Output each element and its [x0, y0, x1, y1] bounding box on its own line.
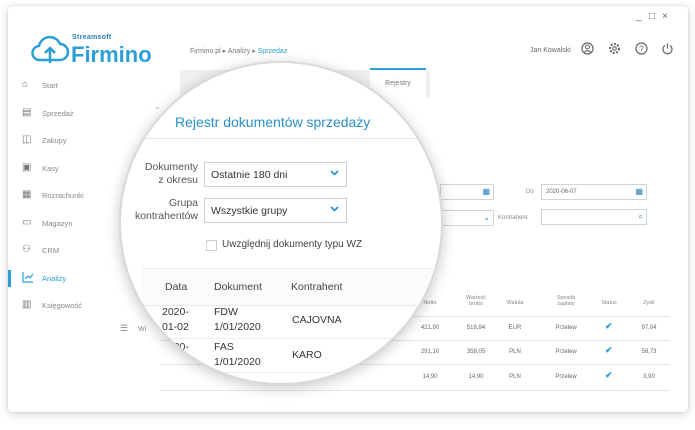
chevron-down-icon: [330, 206, 339, 212]
cell-sposob: Przelew: [555, 349, 577, 355]
sidebar-item-label: Księgowość: [42, 301, 83, 310]
cell-document: FDW 1/01/2020: [214, 306, 261, 333]
date-from-field[interactable]: ▦: [440, 184, 494, 200]
cart-icon: ◫: [22, 134, 32, 145]
chevron-down-icon: [330, 170, 339, 176]
checkmark-icon: ✔: [605, 321, 613, 331]
sidebar-item-start[interactable]: ⌂ Start: [8, 72, 128, 100]
cell-brutto: 358,05: [466, 349, 486, 355]
power-icon[interactable]: [660, 42, 674, 56]
group-select[interactable]: Wszystkie grupy: [204, 198, 347, 223]
sidebar-item-label: Start: [42, 81, 58, 90]
panel-title: Rejestr dokumentów sprzedaży: [175, 114, 371, 130]
include-wz-checkbox[interactable]: [206, 240, 217, 251]
sidebar-item-label: CRM: [42, 246, 60, 255]
sidebar-item-label: Analizy: [42, 273, 67, 283]
row-divider: [160, 390, 670, 391]
period-select[interactable]: Ostatnie 180 dni: [204, 162, 347, 187]
include-wz-label[interactable]: Uwzględnij dokumenty typu WZ: [222, 239, 362, 250]
people-icon: ⚇: [22, 244, 31, 255]
contractor-label: Kontrahent: [498, 215, 528, 221]
breadcrumb-current: Sprzedaż: [257, 48, 288, 55]
cell-zysk: 3,90: [643, 374, 655, 380]
sidebar-item-magazyn[interactable]: ▭ Magazyn: [8, 210, 128, 238]
cloud-upload-icon: [31, 35, 70, 63]
cell-date: 2020-: [162, 341, 189, 353]
cell-waluta: EUR: [508, 325, 522, 331]
cell-zysk: 58,73: [641, 349, 657, 355]
cell-brutto: 14,90: [468, 374, 484, 380]
cell-sposob: Przelew: [555, 325, 577, 331]
search-icon[interactable]: ⌕: [639, 212, 643, 222]
col-header-waluta[interactable]: Waluta: [500, 300, 530, 306]
sidebar-item-zakupy[interactable]: ◫ Zakupy: [8, 127, 128, 155]
calculator-icon: ▥: [22, 299, 32, 310]
close-icon[interactable]: ×: [662, 11, 668, 22]
sidebar-item-label: Magazyn: [42, 218, 73, 228]
sidebar-item-label: Zakupy: [42, 136, 67, 145]
group-label: Grupa kontrahentów: [134, 197, 198, 222]
period-label: Dokumenty z okresu: [144, 161, 198, 186]
gear-icon[interactable]: [607, 42, 621, 56]
row-divider: [142, 338, 441, 339]
home-icon: ⌂: [22, 79, 29, 90]
ledger-icon: ▦: [22, 189, 32, 200]
logo-vendor-text: Streamsoft: [72, 34, 112, 41]
checkmark-icon: ✔: [605, 370, 613, 380]
document-icon: ▤: [22, 106, 32, 118]
sidebar-item-kasy[interactable]: ▣ Kasy: [8, 155, 128, 183]
user-name[interactable]: Jan Kowalski: [530, 47, 571, 54]
sidebar-item-label: Sprzedaż: [42, 108, 74, 118]
chevron-down-icon: ⌄: [483, 213, 490, 222]
user-account-icon[interactable]: [580, 42, 594, 56]
cell-zysk: 97,04: [641, 325, 657, 331]
group-filter-field[interactable]: ⌄: [440, 210, 494, 226]
cell-waluta: PLN: [509, 349, 521, 355]
checkmark-icon: ✔: [605, 345, 613, 355]
date-to-field[interactable]: 2020-06-07 ▦: [541, 184, 647, 200]
sidebar-item-crm[interactable]: ⚇ CRM: [8, 237, 128, 265]
col-header-dokument[interactable]: Dokument: [214, 281, 262, 293]
col-header-sposob[interactable]: Sposób zapłaty: [546, 295, 586, 307]
sidebar-item-analizy[interactable]: Analizy: [8, 265, 128, 293]
cell-brutto: 518,94: [466, 325, 486, 331]
cell-sposob: Przelew: [555, 374, 577, 380]
warehouse-icon: ▭: [22, 216, 32, 228]
magnifier-lens: Rejestr dokumentów sprzedaży Dokumenty z…: [119, 61, 443, 385]
cell-document: FAS 1/01/2020: [214, 341, 261, 368]
cell-waluta: PLN: [509, 374, 521, 380]
sidebar-item-label: Kasy: [42, 163, 59, 173]
col-header-kontrahent[interactable]: Kontrahent: [291, 281, 342, 293]
col-header-status[interactable]: Status: [594, 300, 624, 306]
title-divider: [142, 138, 441, 139]
contractor-search-field[interactable]: ⌕: [541, 209, 647, 225]
sidebar-item-label: Rozrachunki: [42, 191, 84, 200]
cell-date: 2020- 01-02: [162, 306, 189, 333]
col-header-brutto[interactable]: Wartość brutto: [458, 295, 494, 307]
maximize-icon[interactable]: □: [649, 11, 655, 22]
sidebar: ⌂ Start ▤ Sprzedaż ◫ Zakupy ▣ Kasy ▦ Roz…: [8, 72, 128, 320]
cell-contractor: KARO: [292, 349, 322, 361]
col-header-data[interactable]: Data: [165, 281, 187, 293]
sidebar-item-rozrachunki[interactable]: ▦ Rozrachunki: [8, 182, 128, 210]
calendar-icon[interactable]: ▦: [635, 187, 643, 196]
row-divider: [142, 372, 441, 373]
cell-date: 2020-15: [204, 374, 222, 381]
chart-icon: [22, 271, 35, 284]
date-to-label: Do: [526, 189, 534, 195]
cash-icon: ▣: [22, 161, 32, 173]
sidebar-item-sprzedaz[interactable]: ▤ Sprzedaż: [8, 100, 128, 128]
calendar-icon[interactable]: ▦: [482, 187, 490, 196]
svg-text:?: ?: [639, 44, 644, 53]
breadcrumb-path[interactable]: Firmino.pl ▸ Analizy ▸: [190, 48, 258, 55]
cell-contractor: CAJOVNA: [292, 314, 342, 326]
sidebar-item-ksiegowosc[interactable]: ▥ Księgowość: [8, 292, 128, 320]
minimize-icon[interactable]: _: [636, 11, 642, 22]
col-header-zysk[interactable]: Zysk: [634, 300, 664, 306]
breadcrumb: Firmino.pl ▸ Analizy ▸ Sprzedaż: [190, 47, 287, 55]
help-icon[interactable]: ?: [634, 42, 648, 56]
title-bar: _ □ ×: [8, 6, 688, 28]
